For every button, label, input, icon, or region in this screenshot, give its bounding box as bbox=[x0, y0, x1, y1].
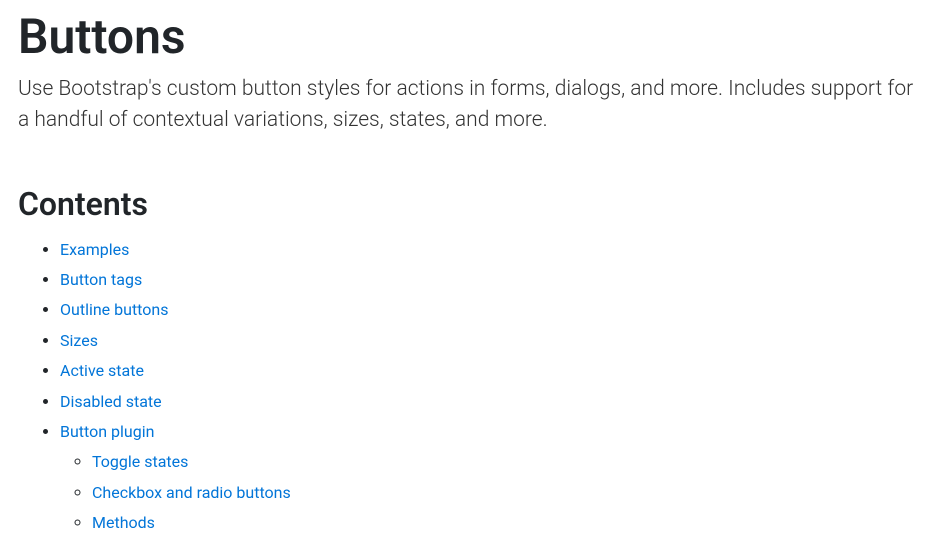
toc-item: Sizes bbox=[60, 326, 929, 356]
page-lead: Use Bootstrap's custom button styles for… bbox=[18, 74, 929, 137]
toc-item: Examples bbox=[60, 235, 929, 265]
toc-link-sizes[interactable]: Sizes bbox=[60, 331, 98, 350]
contents-heading: Contents bbox=[18, 185, 929, 223]
toc-subitem: Toggle states bbox=[92, 447, 929, 477]
toc-item: Outline buttons bbox=[60, 295, 929, 325]
toc-link-checkbox-radio[interactable]: Checkbox and radio buttons bbox=[92, 483, 291, 502]
toc-link-disabled-state[interactable]: Disabled state bbox=[60, 392, 162, 411]
toc-item: Active state bbox=[60, 356, 929, 386]
toc-link-methods[interactable]: Methods bbox=[92, 513, 155, 532]
page-title: Buttons bbox=[18, 8, 929, 66]
toc-subitem: Methods bbox=[92, 508, 929, 538]
toc-link-button-tags[interactable]: Button tags bbox=[60, 270, 142, 289]
toc-link-toggle-states[interactable]: Toggle states bbox=[92, 452, 188, 471]
toc-link-outline-buttons[interactable]: Outline buttons bbox=[60, 300, 168, 319]
toc-item: Disabled state bbox=[60, 387, 929, 417]
toc-item: Button plugin Toggle states Checkbox and… bbox=[60, 417, 929, 539]
toc-subitem: Checkbox and radio buttons bbox=[92, 478, 929, 508]
table-of-contents: Examples Button tags Outline buttons Siz… bbox=[18, 235, 929, 539]
toc-link-examples[interactable]: Examples bbox=[60, 240, 129, 259]
toc-link-active-state[interactable]: Active state bbox=[60, 361, 144, 380]
toc-item: Button tags bbox=[60, 265, 929, 295]
toc-link-button-plugin[interactable]: Button plugin bbox=[60, 422, 154, 441]
toc-sublist: Toggle states Checkbox and radio buttons… bbox=[60, 447, 929, 538]
